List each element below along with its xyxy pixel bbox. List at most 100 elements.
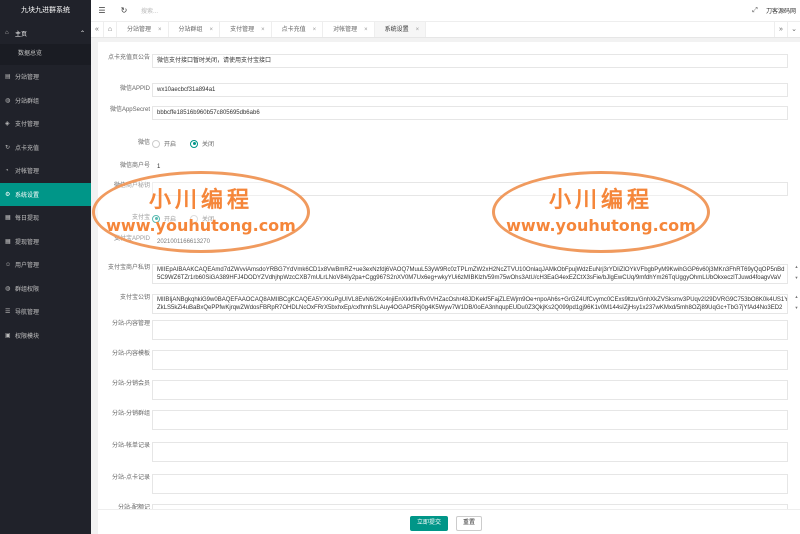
home-icon: ⌂ [5,30,9,36]
fz-group-textarea[interactable] [152,410,788,430]
wx-radio-group: 开启 关闭 [152,139,214,148]
alipay-public-textarea[interactable]: MIIBIjANBgkqhkiG9w0BAQEFAAOCAQ8AMIIBCgKC… [152,294,788,314]
tab-station[interactable]: 分站管理 × [117,22,169,37]
sidebar-item-settings[interactable]: ⚙ 系统设置 [0,182,91,206]
mch-id-label: 微信商户号 [119,163,150,169]
chevron-up-icon: ⌃ [79,30,85,37]
app-title: 九块九进群系统 [0,0,91,22]
group-icon: ◍ [5,285,11,292]
tab-payment[interactable]: 支付管理 × [220,22,272,37]
close-icon[interactable]: × [158,27,162,33]
tabs-scroll-left-icon[interactable]: « [91,22,104,37]
home-tab-icon[interactable]: ⌂ [104,22,117,37]
textarea-line: MIIEpAIBAAKCAQEAmd7dZWvviAmsdoYRBG7YdVmk… [157,267,785,273]
list-icon: ☰ [5,309,11,316]
tab-reconcile[interactable]: 对帐管理 × [323,22,375,37]
sidebar-item-station[interactable]: ▤ 分站管理 [0,65,91,89]
sidebar-item-reconcile[interactable]: ◔ 对帐管理 [0,159,91,183]
radio-label: 开启 [164,142,177,148]
textarea-line: ZkLS5kZi4uBaBxQePPfwKjrqwZWdosFBRpR7OHDL… [157,305,783,311]
notice-label: 点卡充值页公告 [107,55,150,61]
wx-radio-on[interactable] [152,139,160,148]
scrollbar-icon[interactable]: ▲ [794,264,799,272]
sidebar: 九块九进群系统 ⌂ 主页 ⌃ 数据总览 ▤ 分站管理 ◍ 分站群组 ◈ 支付管理 ↻ 点… [0,0,91,534]
refresh-icon: ↻ [5,144,11,151]
fullscreen-icon[interactable]: ⤢ [744,7,766,15]
cart-icon: ◈ [5,121,10,128]
form-footer: 立即提交 重置 [98,509,800,534]
close-icon[interactable]: × [416,27,420,33]
sidebar-item-home[interactable]: ⌂ 主页 ⌃ [0,22,91,44]
sidebar-item-nav[interactable]: ☰ 导航管理 [0,300,91,324]
sidebar-item-group-perm[interactable]: ◍ 群组权限 [0,277,91,301]
sidebar-item-perm-module[interactable]: ▣ 权限模块 [0,324,91,348]
wx-radio-off[interactable] [190,139,199,148]
sidebar-item-label: 群组权限 [15,286,40,293]
close-icon[interactable]: × [364,27,368,33]
tab-recharge[interactable]: 点卡充值 × [272,22,324,37]
watermark: 小川编程 www.youhutong.com [92,171,310,253]
top-header: ☰ ↻ 搜索... ⤢ 刀客源码网 [91,0,800,22]
tabs-scroll-right-icon[interactable]: » [774,22,787,37]
fz-template-textarea[interactable] [152,350,788,370]
sidebar-item-label: 分站管理 [15,75,40,82]
fz-group-label: 分站-分销群组 [112,411,150,417]
fz-bill-textarea[interactable] [152,442,788,462]
notice-input[interactable]: 微信支付接口暂时关闭，请使用支付宝接口 [152,54,788,68]
chevron-down-icon[interactable]: ⌄ [787,22,800,37]
sidebar-item-withdraw[interactable]: ▦ 提现管理 [0,230,91,254]
user-icon: ☺ [5,261,12,268]
sidebar-item-users[interactable]: ☺ 用户管理 [0,253,91,277]
alipay-private-textarea[interactable]: MIIEpAIBAAKCAQEAmd7dZWvviAmsdoYRBG7YdVmk… [152,264,788,284]
calendar-icon: ▦ [5,238,11,245]
settings-form: 点卡充值页公告 微信支付接口暂时关闭，请使用支付宝接口 微信APPID wx10… [98,42,800,534]
sidebar-item-label: 每日提现 [15,216,40,223]
scrollbar-icon[interactable]: ▲ [794,294,799,302]
fz-member-textarea[interactable] [152,380,788,400]
tabs-spacer [426,22,774,37]
fz-card-textarea[interactable] [152,474,788,494]
tab-station-group[interactable]: 分站群组 × [169,22,221,37]
wx-appid-input[interactable]: wx10aecbcf31a894a1 [152,83,788,97]
search-input[interactable]: 搜索... [141,6,744,15]
tab-settings[interactable]: 系统设置 × [374,22,427,37]
mch-id-input[interactable]: 1 [152,160,788,174]
sidebar-item-label: 分站群组 [15,98,40,105]
user-menu[interactable]: 刀客源码网 [766,6,800,15]
wx-appid-label: 微信APPID [119,86,150,92]
reset-button[interactable]: 重置 [456,516,482,531]
close-icon[interactable]: × [261,27,265,33]
sidebar-item-label: 用户管理 [15,263,40,270]
sidebar-item-payment[interactable]: ◈ 支付管理 [0,112,91,136]
watermark-title: 小川编程 [548,187,653,213]
tab-label: 点卡充值 [281,27,306,33]
close-icon[interactable]: × [210,27,214,33]
wx-secret-input[interactable]: bbbcffe18516b960b57c805695db6ab6 [152,106,788,120]
gear-icon: ⚙ [5,191,11,198]
fz-content-textarea[interactable] [152,320,788,340]
alipay-private-label: 支付宝商户私钥 [107,265,150,271]
sidebar-item-dashboard[interactable]: 数据总览 [0,44,91,65]
fz-content-label: 分站-内容管理 [112,321,150,327]
submit-button[interactable]: 立即提交 [410,516,448,531]
tab-label: 对帐管理 [333,27,358,33]
scrollbar-icon[interactable]: ▼ [794,275,799,283]
wx-label: 微信 [137,140,150,146]
tab-label: 支付管理 [230,27,255,33]
sidebar-item-label: 对帐管理 [15,169,40,176]
tab-label: 分站管理 [127,27,152,33]
menu-toggle-icon[interactable]: ☰ [91,6,113,15]
sidebar-item-recharge[interactable]: ↻ 点卡充值 [0,136,91,160]
refresh-icon[interactable]: ↻ [113,6,135,15]
tab-bar: « ⌂ 分站管理 × 分站群组 × 支付管理 × 点卡充值 × 对帐管理 × 系统设置 × … [91,22,800,38]
watermark-url: www.youhutong.com [506,216,696,235]
sidebar-item-station-group[interactable]: ◍ 分站群组 [0,89,91,113]
scrollbar-icon[interactable]: ▼ [794,305,799,313]
sidebar-item-label: 导航管理 [15,310,40,317]
close-icon[interactable]: × [313,27,317,33]
watermark-title: 小川编程 [148,187,253,213]
sidebar-item-daily-withdraw[interactable]: ▦ 每日提现 [0,206,91,230]
tab-label: 分站群组 [178,27,203,33]
sidebar-item-label: 权限模块 [15,333,40,340]
sidebar-item-label: 点卡充值 [15,145,40,152]
